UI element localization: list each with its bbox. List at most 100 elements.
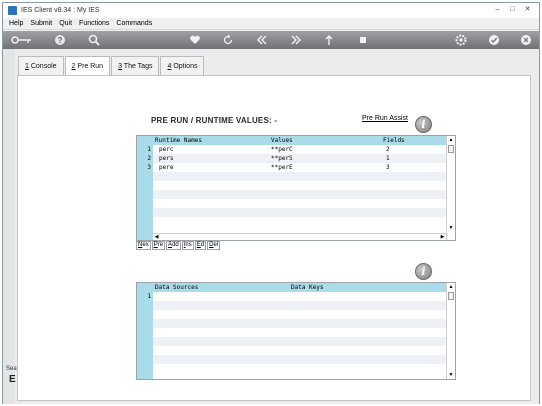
edit-button[interactable]: Ed [194, 241, 207, 250]
data-sources-grid[interactable]: Data Sources Data Keys 1 ▲ ▼ [136, 282, 456, 380]
help-icon[interactable]: ? [54, 34, 66, 46]
tab-console[interactable]: 1 Console [18, 56, 64, 75]
delete-button[interactable]: Del [207, 241, 221, 250]
scroll-up-icon[interactable]: ▲ [448, 284, 454, 290]
key-icon[interactable] [11, 34, 33, 46]
upload-icon[interactable] [323, 34, 335, 46]
table-row[interactable]: 1 perc **perC 2 [137, 145, 446, 154]
column-header-data-sources[interactable]: Data Sources [155, 283, 198, 292]
close-window-button[interactable]: ✕ [522, 5, 533, 14]
tab-console-label: Console [28, 63, 57, 70]
previous-button[interactable]: Pre [151, 241, 166, 250]
empty-row[interactable] [137, 328, 446, 337]
column-header-values[interactable]: Values [271, 136, 293, 145]
table-row[interactable]: 3 pere **perE 3 [137, 163, 446, 172]
scroll-thumb[interactable] [448, 292, 454, 300]
row-cells [153, 346, 446, 355]
tab-options[interactable]: 4 Options [160, 56, 205, 75]
tab-pre-run-label: Pre Run [75, 63, 104, 70]
cell-field[interactable]: 2 [386, 145, 390, 154]
heart-icon[interactable] [189, 34, 201, 46]
grid-header: Runtime Names Values Fields [153, 136, 446, 145]
cell-runtime-name[interactable]: pers [159, 154, 173, 163]
menu-commands[interactable]: Commands [116, 20, 152, 27]
next-button[interactable]: Nex [136, 241, 151, 250]
empty-row[interactable] [137, 364, 446, 373]
empty-row[interactable] [137, 190, 446, 199]
row-cells: pers **perS 1 [153, 154, 446, 163]
cell-value[interactable]: **perS [271, 154, 293, 163]
delete-label: el [213, 242, 219, 248]
empty-row[interactable] [137, 217, 446, 226]
runtime-values-grid[interactable]: Runtime Names Values Fields 1 perc **per… [136, 135, 456, 241]
refresh-icon[interactable] [222, 34, 234, 46]
search-icon[interactable] [88, 34, 100, 46]
vertical-scrollbar[interactable]: ▲ ▼ [446, 136, 455, 240]
menu-submit[interactable]: Submit [30, 20, 52, 27]
row-cells [153, 310, 446, 319]
stop-icon[interactable] [357, 34, 369, 46]
row-cells [153, 319, 446, 328]
check-icon[interactable] [488, 34, 500, 46]
empty-row[interactable] [137, 337, 446, 346]
row-cells [153, 181, 446, 190]
column-header-runtime-names[interactable]: Runtime Names [155, 136, 202, 145]
horizontal-scrollbar[interactable]: ◀ ▶ [153, 233, 446, 240]
row-cells [153, 208, 446, 217]
close-icon[interactable] [520, 34, 532, 46]
empty-row[interactable] [137, 310, 446, 319]
insert-button[interactable]: Ins [181, 241, 194, 250]
rewind-icon[interactable] [256, 34, 268, 46]
add-label: dd [172, 242, 179, 248]
tab-the-tags[interactable]: 3 The Tags [111, 56, 160, 75]
app-icon [8, 6, 17, 15]
vertical-scrollbar[interactable]: ▲ ▼ [446, 283, 455, 379]
row-number: 1 [147, 146, 151, 153]
column-header-data-keys[interactable]: Data Keys [291, 283, 324, 292]
empty-row[interactable] [137, 346, 446, 355]
cell-field[interactable]: 3 [386, 163, 390, 172]
scroll-down-icon[interactable]: ▼ [448, 225, 454, 231]
row-cells [153, 355, 446, 364]
empty-row[interactable] [137, 319, 446, 328]
menu-help[interactable]: Help [9, 20, 23, 27]
scroll-down-icon[interactable]: ▼ [448, 372, 454, 378]
cell-runtime-name[interactable]: pere [159, 163, 173, 172]
scroll-left-icon[interactable]: ◀ [153, 234, 160, 240]
empty-row[interactable] [137, 199, 446, 208]
minimize-button[interactable]: – [492, 5, 503, 14]
row-cells [153, 328, 446, 337]
empty-row[interactable] [137, 181, 446, 190]
sidebar-glyph: E [9, 374, 16, 385]
column-header-fields[interactable]: Fields [383, 136, 405, 145]
cell-value[interactable]: **perE [271, 163, 293, 172]
row-cells: perc **perC 2 [153, 145, 446, 154]
info-icon[interactable]: i [415, 116, 432, 133]
window-controls: – □ ✕ [492, 5, 533, 14]
menu-functions[interactable]: Functions [79, 20, 109, 27]
empty-row[interactable] [137, 355, 446, 364]
menu-quit[interactable]: Quit [59, 20, 72, 27]
empty-row[interactable] [137, 301, 446, 310]
cell-runtime-name[interactable]: perc [159, 145, 173, 154]
empty-row[interactable] [137, 172, 446, 181]
fast-forward-icon[interactable] [290, 34, 302, 46]
edit-label: d [200, 242, 205, 248]
page-title: PRE RUN / RUNTIME VALUES: - [151, 116, 278, 125]
scroll-thumb[interactable] [448, 145, 454, 153]
settings-icon[interactable] [455, 34, 467, 46]
tab-pre-run[interactable]: 2 Pre Run [64, 56, 111, 76]
row-cells [153, 292, 446, 301]
maximize-button[interactable]: □ [507, 5, 518, 14]
empty-row[interactable] [137, 208, 446, 217]
scroll-right-icon[interactable]: ▶ [439, 234, 446, 240]
info-icon[interactable]: i [415, 263, 432, 280]
table-row[interactable]: 2 pers **perS 1 [137, 154, 446, 163]
pre-run-assist-link[interactable]: Pre Run Assist [362, 115, 408, 122]
add-button[interactable]: Add [166, 241, 181, 250]
cell-field[interactable]: 1 [386, 154, 390, 163]
cell-value[interactable]: **perC [271, 145, 293, 154]
menu-bar: Help Submit Quit Functions Commands [3, 18, 539, 30]
scroll-up-icon[interactable]: ▲ [448, 137, 454, 143]
table-row[interactable]: 1 [137, 292, 446, 301]
